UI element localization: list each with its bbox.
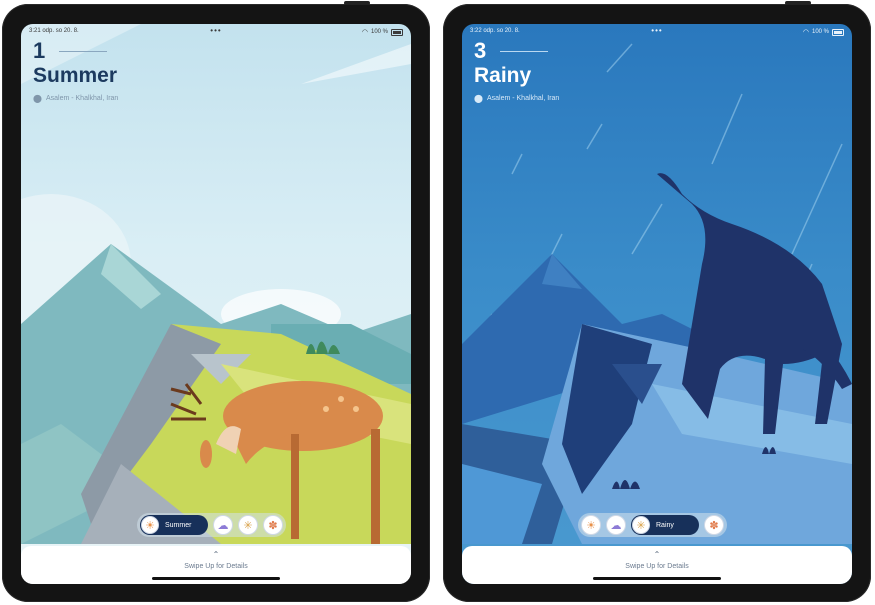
tablet-frame-rainy: 3:22 odp. so 20. 8. ••• ◠ 100 % 3 Rainy … [443,1,871,602]
screen-summer: 3:21 odp. so 20. 8. ••• ◠ 100 % 1 Summer… [21,24,411,584]
number-divider [59,51,107,52]
selected-season-label: Rainy [656,521,674,529]
power-button [785,1,811,5]
autumn-leaf-icon: ✽ [268,519,278,532]
details-sheet[interactable]: ⌃ Swipe Up for Details [462,546,852,584]
location-pin-icon: ⬤ [33,94,42,103]
summer-scene-illustration [21,24,411,544]
chevron-up-icon: ⌃ [212,550,220,559]
snowflake-icon: ✳ [243,519,253,532]
status-bar: 3:21 odp. so 20. 8. ••• ◠ 100 % [29,26,403,38]
multitask-dots: ••• [210,26,222,35]
season-title: Rainy [474,64,532,87]
location-label: ⬤ Asalem - Khalkhal, Iran [474,94,559,103]
battery-icon [391,28,403,36]
location-label: ⬤ Asalem - Khalkhal, Iran [33,94,118,103]
season-chip-summer-selected[interactable]: ☀ Summer [140,515,208,535]
sun-cloud-icon: ☀ [586,519,596,532]
season-title: Summer [33,64,118,87]
season-number: 1 [33,38,46,63]
season-selector: ☀ ☁ ✳ Rainy ✽ [578,513,727,537]
season-selector: ☀ Summer ☁ ✳ ✽ [137,513,286,537]
status-time: 3:22 odp. so 20. 8. [470,28,520,34]
battery-icon [832,28,844,36]
tablet-frame-summer: 3:21 odp. so 20. 8. ••• ◠ 100 % 1 Summer… [2,1,430,602]
season-number: 3 [474,38,487,63]
multitask-dots: ••• [651,26,663,35]
chevron-up-icon: ⌃ [653,550,661,559]
location-text: Asalem - Khalkhal, Iran [486,95,560,102]
rain-cloud-icon: ☁ [217,519,229,532]
season-chip-autumn[interactable]: ✽ [263,515,283,535]
screen-rainy: 3:22 odp. so 20. 8. ••• ◠ 100 % 3 Rainy … [462,24,852,584]
status-time: 3:21 odp. so 20. 8. [29,28,79,34]
autumn-leaf-icon: ✽ [709,519,719,532]
details-sheet[interactable]: ⌃ Swipe Up for Details [21,546,411,584]
season-chip-winter[interactable]: ✳ [238,515,258,535]
number-divider [500,51,548,52]
home-indicator [152,577,280,580]
season-chip-rainy[interactable]: ☁ [213,515,233,535]
battery-percent: 100 % [370,29,388,35]
home-indicator [593,577,721,580]
location-text: Asalem - Khalkhal, Iran [45,95,119,102]
rainy-scene-illustration [462,43,852,544]
selected-season-label: Summer [165,521,192,529]
rain-cloud-icon: ☁ [610,519,622,532]
swipe-hint: Swipe Up for Details [625,563,689,570]
battery-percent: 100 % [811,29,829,35]
power-button [344,1,370,5]
swipe-hint: Swipe Up for Details [184,563,248,570]
wifi-icon: ◠ [802,29,809,36]
season-chip-spring[interactable]: ☁ [606,515,626,535]
season-chip-autumn[interactable]: ✽ [704,515,724,535]
season-chip-rainy-selected[interactable]: ✳ Rainy [631,515,699,535]
status-bar: 3:22 odp. so 20. 8. ••• ◠ 100 % [470,26,844,38]
season-chip-summer[interactable]: ☀ [581,515,601,535]
sun-cloud-icon: ☀ [141,516,159,534]
location-pin-icon: ⬤ [474,94,483,103]
wifi-icon: ◠ [361,29,368,36]
snowflake-icon: ✳ [632,516,650,534]
